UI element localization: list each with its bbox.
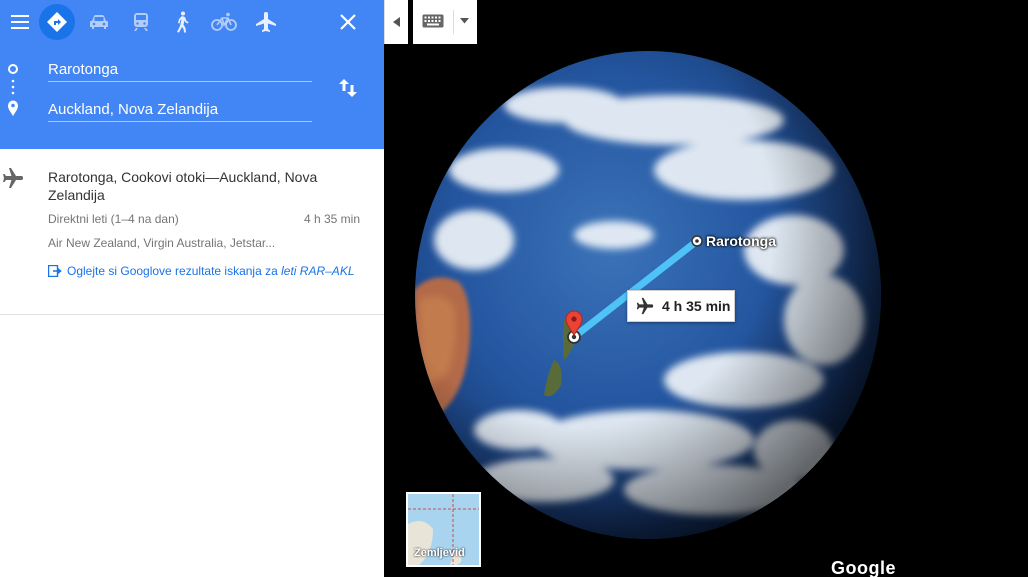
route-title: Rarotonga, Cookovi otoki—Auckland, Nova … bbox=[48, 169, 318, 203]
bike-mode-button[interactable] bbox=[204, 2, 244, 42]
flights-link-text: Oglejte si Googlove rezultate iskanja za bbox=[67, 264, 282, 278]
flight-duration-callout[interactable]: 4 h 35 min bbox=[627, 290, 735, 322]
airplane-icon bbox=[256, 12, 276, 32]
directions-diamond-icon bbox=[47, 12, 67, 32]
map-area[interactable]: Rarotonga 4 h 35 min Zemljevid Google bbox=[384, 0, 1028, 577]
flights-link-query: leti RAR–AKL bbox=[281, 264, 355, 278]
transit-mode-button[interactable] bbox=[121, 2, 161, 42]
start-location-input[interactable]: Rarotonga bbox=[48, 60, 312, 82]
layer-label: Zemljevid bbox=[414, 547, 465, 559]
flight-frequency: Direktni leti (1–4 na dan) bbox=[48, 212, 179, 226]
external-link-icon bbox=[48, 265, 62, 277]
google-flights-link[interactable]: Oglejte si Googlove rezultate iskanja za… bbox=[48, 264, 358, 279]
flight-result-card[interactable]: Rarotonga, Cookovi otoki—Auckland, Nova … bbox=[0, 149, 384, 315]
map-layer-toggle[interactable]: Zemljevid bbox=[406, 492, 481, 567]
triangle-left-icon bbox=[392, 17, 400, 27]
origin-map-label: Rarotonga bbox=[706, 233, 776, 249]
route-dots-icon bbox=[8, 64, 18, 116]
hamburger-menu-icon[interactable] bbox=[0, 2, 40, 42]
airplane-icon bbox=[3, 168, 23, 188]
google-logo: Google bbox=[831, 558, 896, 577]
flight-mode-button[interactable] bbox=[246, 2, 286, 42]
button-divider bbox=[453, 10, 454, 34]
chevron-down-icon bbox=[460, 18, 469, 24]
close-directions-button[interactable] bbox=[328, 2, 368, 42]
swap-locations-button[interactable] bbox=[334, 74, 362, 102]
car-mode-button[interactable] bbox=[79, 2, 119, 42]
train-icon bbox=[134, 13, 148, 31]
travel-mode-row bbox=[0, 0, 384, 44]
airplane-icon bbox=[636, 297, 654, 315]
directions-mode-button[interactable] bbox=[39, 4, 75, 40]
swap-arrows-icon bbox=[339, 79, 357, 97]
car-icon bbox=[90, 15, 108, 29]
directions-panel: Rarotonga Auckland, Nova Zelandija Rarot… bbox=[0, 0, 384, 577]
callout-duration-text: 4 h 35 min bbox=[662, 298, 731, 314]
bicycle-icon bbox=[211, 12, 237, 31]
input-tools-button[interactable] bbox=[413, 0, 477, 44]
walk-mode-button[interactable] bbox=[162, 2, 202, 42]
close-icon bbox=[340, 14, 356, 30]
collapse-panel-button[interactable] bbox=[384, 0, 408, 44]
keyboard-icon bbox=[422, 14, 444, 28]
airlines-list: Air New Zealand, Virgin Australia, Jetst… bbox=[48, 236, 276, 250]
flight-duration: 4 h 35 min bbox=[303, 212, 360, 226]
destination-input[interactable]: Auckland, Nova Zelandija bbox=[48, 100, 312, 122]
directions-header: Rarotonga Auckland, Nova Zelandija bbox=[0, 0, 384, 149]
walking-icon bbox=[177, 11, 189, 33]
